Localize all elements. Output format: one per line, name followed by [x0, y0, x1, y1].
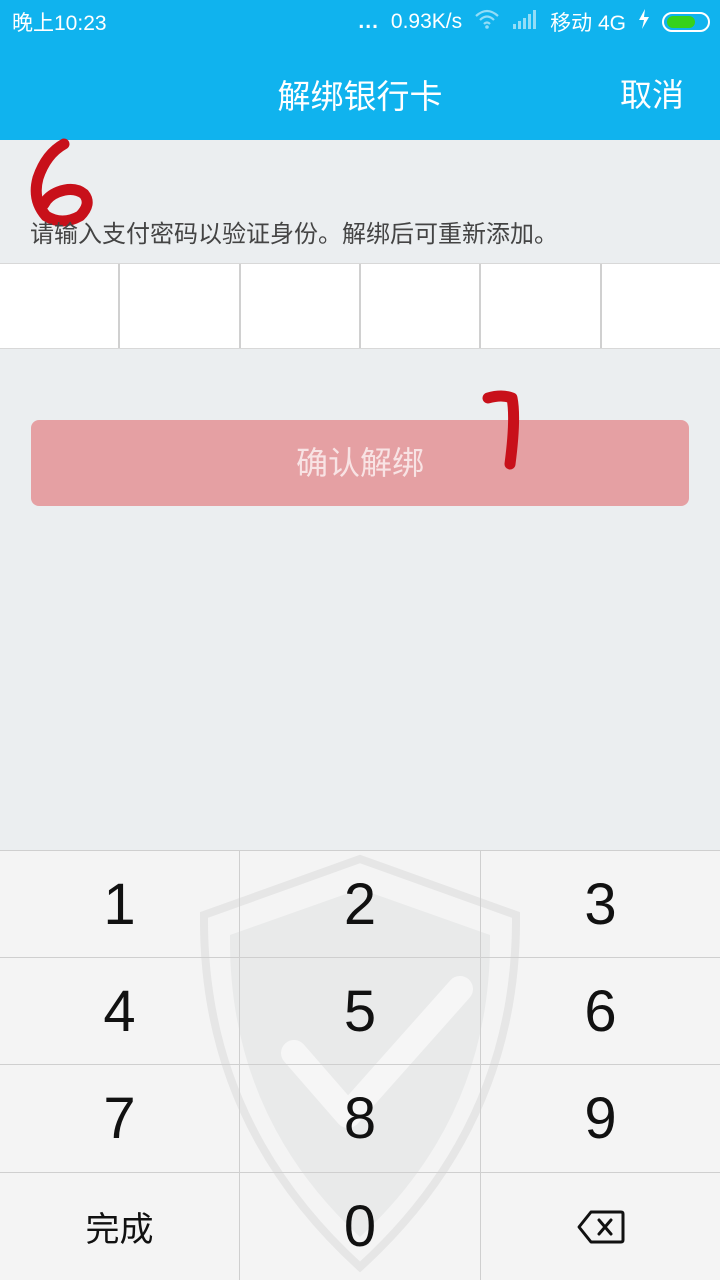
password-input-row[interactable]	[0, 263, 720, 349]
password-box-3[interactable]	[241, 264, 361, 348]
network-speed: 0.93K/s	[390, 10, 463, 33]
key-1[interactable]: 1	[0, 851, 240, 958]
app-header: 解绑银行卡 取消	[0, 40, 720, 140]
keypad-grid: 1 2 3 4 5 6 7 8 9 完成 0	[0, 851, 720, 1280]
key-0[interactable]: 0	[240, 1173, 481, 1280]
done-key[interactable]: 完成	[0, 1173, 240, 1280]
page-title: 解绑银行卡	[277, 77, 443, 116]
battery-icon	[662, 12, 710, 32]
key-3[interactable]: 3	[481, 851, 720, 958]
status-time: 晚上10:23	[12, 12, 107, 35]
key-4[interactable]: 4	[0, 958, 240, 1065]
key-7[interactable]: 7	[0, 1065, 240, 1173]
carrier-label: 移动 4G	[550, 12, 626, 35]
cancel-button[interactable]: 取消	[620, 70, 684, 116]
status-bar: 晚上10:23 ... 0.93K/s 移动 4G	[0, 0, 720, 40]
password-box-6[interactable]	[602, 264, 720, 348]
wifi-icon	[474, 9, 500, 35]
key-6[interactable]: 6	[481, 958, 720, 1065]
key-9[interactable]: 9	[481, 1065, 720, 1173]
backspace-icon	[577, 1210, 624, 1243]
annotation-7	[482, 390, 520, 470]
signal-icon	[512, 9, 538, 35]
password-box-5[interactable]	[481, 264, 602, 348]
numeric-keypad: 1 2 3 4 5 6 7 8 9 完成 0	[0, 850, 720, 1280]
password-box-1[interactable]	[0, 264, 121, 348]
key-5[interactable]: 5	[240, 958, 481, 1065]
password-box-4[interactable]	[361, 264, 482, 348]
key-8[interactable]: 8	[240, 1065, 481, 1173]
backspace-key[interactable]	[481, 1173, 720, 1280]
password-box-2[interactable]	[120, 264, 241, 348]
instruction-text: 请输入支付密码以验证身份。解绑后可重新添加。	[30, 220, 558, 248]
status-right-group: ... 0.93K/s 移动 4G	[358, 7, 710, 37]
charging-bolt-icon	[638, 9, 650, 35]
battery-level	[667, 16, 695, 28]
confirm-unbind-button[interactable]: 确认解绑	[31, 420, 689, 506]
more-dots: ...	[358, 10, 379, 33]
key-2[interactable]: 2	[240, 851, 481, 958]
